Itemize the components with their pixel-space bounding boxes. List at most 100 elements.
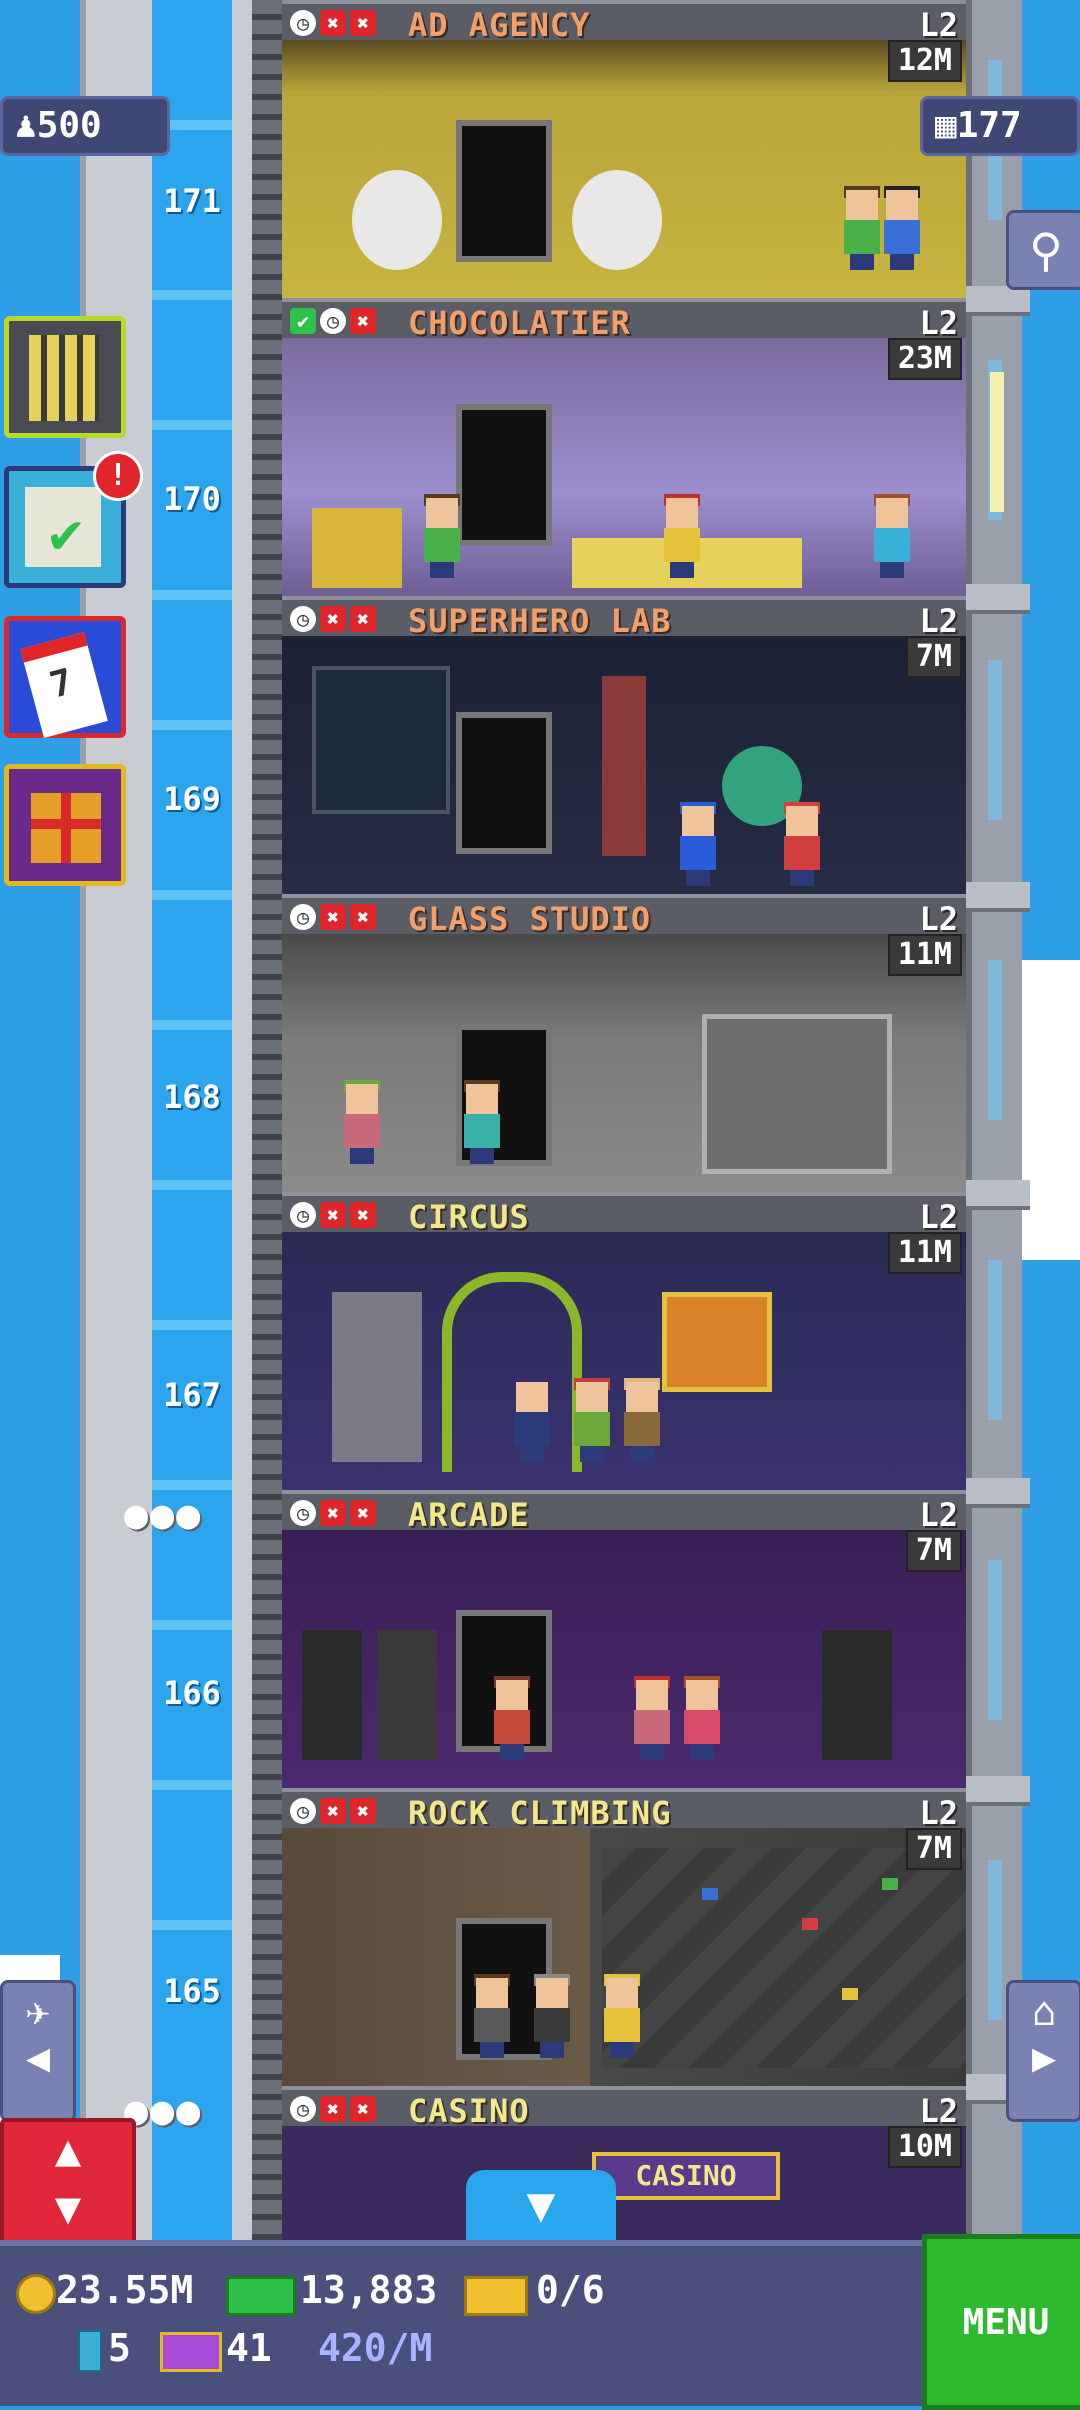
- room-interior[interactable]: [282, 1232, 966, 1490]
- elevator-button[interactable]: ▲ ▼: [0, 2118, 136, 2248]
- floor-level: L2: [919, 304, 958, 342]
- floor-number: 169: [163, 780, 221, 818]
- floor-ad-agency[interactable]: ◷ ✖ ✖ AD AGENCY L2 12M: [282, 0, 966, 298]
- wall-ledge: [966, 584, 1030, 614]
- wall-window: [988, 1260, 1002, 1420]
- floor-status-icons: ◷ ✖ ✖: [290, 2096, 376, 2122]
- x-icon: ✖: [350, 2096, 376, 2122]
- shaft-divider: [152, 1920, 232, 1930]
- room-interior[interactable]: CASINO: [282, 2126, 966, 2240]
- room-interior[interactable]: [282, 1530, 966, 1788]
- wall-window: [988, 1860, 1002, 2020]
- floor-header: ◷ ✖ ✖ SUPERHERO LAB L2: [282, 596, 966, 640]
- floor-income: 11M: [887, 934, 962, 976]
- floor-header: ◷ ✖ ✖ GLASS STUDIO L2: [282, 894, 966, 938]
- floor-name: CIRCUS: [408, 1198, 530, 1236]
- x-icon: ✖: [320, 1202, 346, 1228]
- shaft-divider: [152, 1780, 232, 1790]
- x-icon: ✖: [320, 606, 346, 632]
- shaft-divider: [152, 1180, 232, 1190]
- resident: [632, 1676, 672, 1760]
- wall-window: [988, 660, 1002, 820]
- coin-icon: [16, 2274, 56, 2314]
- floor-casino[interactable]: ◷ ✖ ✖ CASINO L2 CASINO 10M: [282, 2086, 966, 2240]
- blueprint-screen: [312, 666, 450, 814]
- chocolate-pot: [312, 508, 402, 588]
- room-interior[interactable]: [282, 636, 966, 894]
- x-icon: ✖: [350, 1798, 376, 1824]
- floor-name: AD AGENCY: [408, 6, 591, 44]
- x-icon: ✖: [320, 904, 346, 930]
- x-icon: ✖: [350, 10, 376, 36]
- resident: [602, 1974, 642, 2058]
- glass-shelf: [702, 1014, 892, 1174]
- visitors-nav-button[interactable]: ✈ ◀: [0, 1980, 76, 2122]
- resident: [422, 494, 462, 578]
- lobby-nav-button[interactable]: ⌂ ▶: [1006, 1980, 1080, 2122]
- floor-name: ARCADE: [408, 1496, 530, 1534]
- floor-level: L2: [919, 1496, 958, 1534]
- hold: [802, 1918, 818, 1930]
- floor-status-icons: ◷ ✖ ✖: [290, 10, 376, 36]
- floor-header: ◷ ✖ ✖ ARCADE L2: [282, 1490, 966, 1534]
- floor-income: 12M: [887, 40, 962, 82]
- clock-icon: ◷: [290, 2096, 316, 2122]
- room-door: [456, 404, 552, 546]
- hold: [842, 1988, 858, 2000]
- resident: [682, 1676, 722, 1760]
- missions-button[interactable]: ✔ !: [4, 451, 143, 588]
- floor-level: L2: [919, 1794, 958, 1832]
- elevator-shaft[interactable]: [152, 0, 232, 2240]
- airplane-icon: ✈: [25, 1989, 51, 2035]
- clock-icon: ◷: [290, 1798, 316, 1824]
- shaft-divider: [152, 290, 232, 300]
- clock-icon: ◷: [320, 308, 346, 334]
- floor-income: 10M: [887, 2126, 962, 2168]
- search-button[interactable]: ⚲: [1006, 210, 1080, 290]
- bux-value: 13,883: [300, 2268, 438, 2312]
- population-value: 500: [36, 105, 102, 146]
- floor-status-icons: ◷ ✖ ✖: [290, 606, 376, 632]
- ticket-icon: [464, 2276, 528, 2316]
- floor-level: L2: [919, 6, 958, 44]
- arcade-cabinet: [822, 1630, 892, 1760]
- floor-number: 166: [163, 1674, 221, 1712]
- resident: [472, 1974, 512, 2058]
- floor-glass-studio[interactable]: ◷ ✖ ✖ GLASS STUDIO L2 11M: [282, 894, 966, 1192]
- floor-level: L2: [919, 900, 958, 938]
- floors-counter[interactable]: ▦177: [920, 96, 1080, 156]
- menu-button[interactable]: MENU: [922, 2234, 1080, 2410]
- floor-status-icons: ◷ ✖ ✖: [290, 1500, 376, 1526]
- egg-chair: [572, 170, 662, 270]
- floor-arcade[interactable]: ◷ ✖ ✖ ARCADE L2 7M: [282, 1490, 966, 1788]
- scroll-down-button[interactable]: ▼: [466, 2170, 616, 2240]
- floor-superhero-lab[interactable]: ◷ ✖ ✖ SUPERHERO LAB L2 7M: [282, 596, 966, 894]
- gift-button[interactable]: [4, 764, 126, 886]
- resident: [462, 1080, 502, 1164]
- tickets-value: 0/6: [536, 2268, 605, 2312]
- calendar-button[interactable]: 7: [4, 616, 126, 738]
- population-counter[interactable]: ♟500: [0, 96, 170, 156]
- room-interior[interactable]: [282, 338, 966, 596]
- clock-icon: ◷: [290, 904, 316, 930]
- check-icon: ✔: [290, 308, 316, 334]
- build-floor-button[interactable]: [4, 316, 126, 438]
- cloud-right: [1020, 960, 1080, 1260]
- floor-level: L2: [919, 2092, 958, 2130]
- floor-circus[interactable]: ◷ ✖ ✖ CIRCUS L2 11M: [282, 1192, 966, 1490]
- shaft-divider: [152, 1620, 232, 1630]
- room-interior[interactable]: [282, 40, 966, 298]
- floor-name: SUPERHERO LAB: [408, 602, 672, 640]
- x-icon: ✖: [350, 1202, 376, 1228]
- arrow-up-icon: ▲: [54, 2125, 82, 2176]
- room-interior[interactable]: [282, 1828, 966, 2086]
- alert-badge: !: [93, 451, 143, 501]
- floor-rock-climbing[interactable]: ◷ ✖ ✖ ROCK CLIMBING L2 7M: [282, 1788, 966, 2086]
- vip-icon: [160, 2332, 222, 2372]
- room-interior[interactable]: [282, 934, 966, 1192]
- clock-icon: ◷: [290, 10, 316, 36]
- chevron-left-icon: ◀: [25, 2035, 51, 2081]
- wall-ledge: [966, 882, 1030, 912]
- lab-tube: [602, 676, 646, 856]
- floor-chocolatier[interactable]: ✔ ◷ ✖ CHOCOLATIER L2 23M: [282, 298, 966, 596]
